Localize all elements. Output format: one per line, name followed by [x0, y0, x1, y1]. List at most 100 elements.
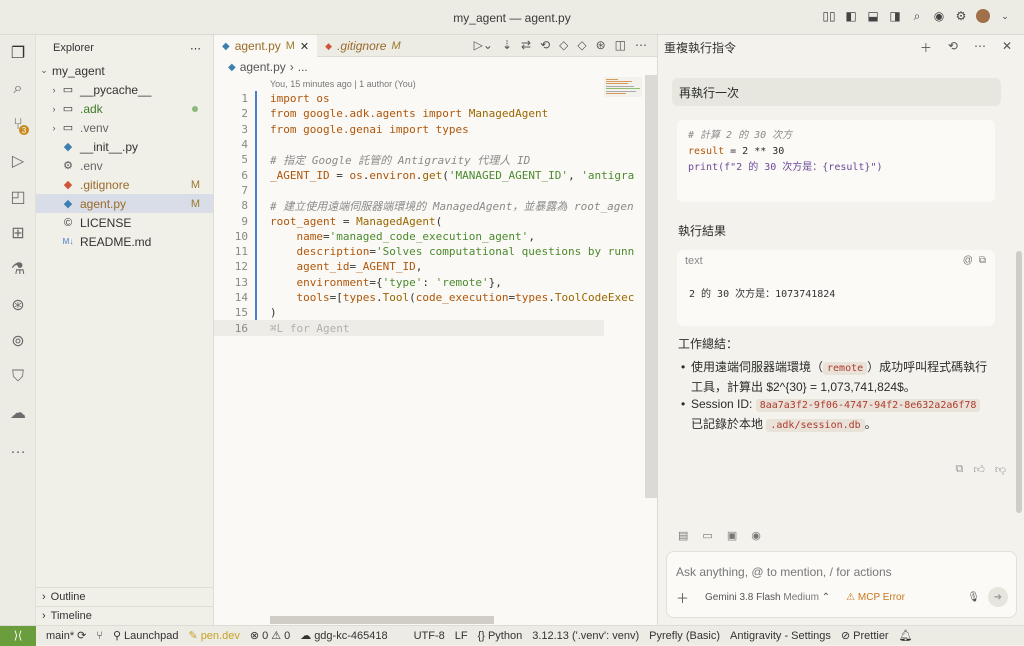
- send-button[interactable]: ➜: [988, 587, 1008, 607]
- more-actions-icon[interactable]: ⋯: [190, 42, 201, 55]
- cloud-icon: ☁: [300, 630, 312, 642]
- bell-icon[interactable]: 🔔︎: [899, 629, 913, 642]
- code-comment: # 計算 2 的 30 次方: [688, 130, 793, 141]
- code-line: 9 root_agent = ManagedAgent(: [241, 214, 443, 228]
- next-change-icon[interactable]: ◇: [577, 38, 586, 52]
- remote-explorer-icon[interactable]: ◰: [0, 179, 36, 215]
- browser-icon[interactable]: ◉: [751, 529, 761, 542]
- tree-item-license[interactable]: © LICENSE: [36, 213, 213, 232]
- timeline-section[interactable]: › Timeline: [36, 606, 214, 625]
- avatar[interactable]: [976, 9, 990, 23]
- vertical-scrollbar[interactable]: [645, 75, 657, 498]
- compare-icon[interactable]: ⇄: [521, 38, 531, 52]
- search-icon[interactable]: ⌕: [910, 9, 924, 23]
- testing-icon[interactable]: ⚗: [0, 251, 36, 287]
- problems-indicator[interactable]: ⊗ 0 ⚠ 0: [250, 629, 291, 643]
- tab-gitignore[interactable]: ◆ .gitignore M: [317, 35, 408, 57]
- copy-icon[interactable]: ⧉: [955, 463, 963, 476]
- git-graph-icon[interactable]: ⊛: [596, 38, 606, 52]
- interpreter-indicator[interactable]: 3.12.13 ('.venv': venv): [532, 630, 639, 642]
- extensions-icon[interactable]: ⊞: [0, 215, 36, 251]
- pyrefly-indicator[interactable]: Pyrefly (Basic): [649, 630, 720, 642]
- add-context-icon[interactable]: ＋: [676, 588, 689, 607]
- breadcrumb-file[interactable]: agent.py: [240, 60, 286, 74]
- new-chat-icon[interactable]: ＋: [920, 39, 932, 56]
- history-icon[interactable]: ⟲: [948, 39, 958, 56]
- pen-item[interactable]: ✎ pen.dev: [188, 629, 239, 643]
- tree-item-adk[interactable]: › ▭ .adk: [36, 99, 213, 118]
- encoding-indicator[interactable]: UTF-8: [414, 630, 445, 642]
- prettier-indicator[interactable]: ⊘ Prettier: [841, 629, 889, 643]
- chrome-icon[interactable]: ◉: [932, 9, 946, 23]
- prev-change-icon[interactable]: ◇: [559, 38, 568, 52]
- agent-scrollbar[interactable]: [1016, 251, 1022, 513]
- tree-item-venv[interactable]: › ▭ .venv: [36, 118, 213, 137]
- shield-icon[interactable]: ⛉: [0, 359, 36, 395]
- terminal-icon[interactable]: ▭: [702, 529, 712, 542]
- project-indicator[interactable]: ☁ gdg-kc-465418: [300, 629, 387, 643]
- outline-section[interactable]: › Outline: [36, 587, 214, 606]
- more-actions-icon[interactable]: ⋯: [974, 39, 986, 56]
- file-icon[interactable]: ▤: [678, 529, 688, 542]
- tree-item-env[interactable]: ⚙ .env: [36, 156, 213, 175]
- chat-input[interactable]: Ask anything, @ to mention, / for action…: [666, 551, 1017, 618]
- git-graph-icon[interactable]: ⑂: [96, 630, 103, 642]
- tree-root[interactable]: ⌄ my_agent: [36, 61, 213, 80]
- git-graph-icon[interactable]: ⊛: [0, 287, 36, 323]
- mcp-error-indicator[interactable]: ⚠ MCP Error: [846, 592, 905, 603]
- layout-icon[interactable]: ▯▯: [822, 9, 836, 23]
- close-icon[interactable]: ✕: [1002, 39, 1012, 56]
- run-debug-icon[interactable]: ▷: [0, 143, 36, 179]
- cloud-icon[interactable]: ☁: [0, 395, 36, 431]
- antigravity-settings[interactable]: Antigravity - Settings: [730, 630, 831, 642]
- model-selector[interactable]: Gemini 3.8 Flash Medium ⌃: [705, 592, 830, 603]
- explorer-icon[interactable]: ❐: [0, 35, 36, 71]
- chevron-down-icon[interactable]: ⌄: [998, 9, 1012, 23]
- copy-icon[interactable]: ⧉: [979, 255, 986, 266]
- branch-indicator[interactable]: main* ⟳: [46, 629, 86, 643]
- tree-item-init[interactable]: ◆ __init__.py: [36, 137, 213, 156]
- more-actions-icon[interactable]: ⋯: [635, 38, 647, 52]
- tree-item-readme[interactable]: M↓ README.md: [36, 232, 213, 251]
- code-editor[interactable]: 1 import os 2 from google.adk.agents impor…: [214, 91, 635, 336]
- remote-indicator[interactable]: ⟩⟨: [0, 625, 36, 646]
- thumbs-down-icon[interactable]: 👎︎: [995, 463, 1006, 476]
- eol-indicator[interactable]: LF: [455, 630, 468, 642]
- sidebar-title: Explorer: [53, 42, 94, 54]
- run-icon[interactable]: ▷⌄: [474, 38, 493, 52]
- split-editor-icon[interactable]: ◫: [615, 38, 626, 52]
- tree-item-pycache[interactable]: › ▭ __pycache__: [36, 80, 213, 99]
- tree-item-gitignore[interactable]: ◆ .gitignore M: [36, 175, 213, 194]
- docker-icon[interactable]: ⊚: [0, 323, 36, 359]
- tab-label: agent.py: [234, 39, 281, 53]
- explorer-sidebar: Explorer ⋯ ⌄ my_agent › ▭ __pycache__ › …: [36, 35, 214, 625]
- toggle-panel-icon[interactable]: ⬓: [866, 9, 880, 23]
- microphone-icon[interactable]: 🎙︎: [967, 592, 980, 603]
- search-icon[interactable]: ⌕: [0, 71, 36, 107]
- more-icon[interactable]: …: [0, 431, 36, 467]
- code-line: 11 description='Solves computational que…: [234, 245, 635, 259]
- horizontal-scrollbar[interactable]: [270, 616, 494, 624]
- thumbs-up-icon[interactable]: 👍︎: [973, 463, 985, 476]
- tree-item-label: agent.py: [80, 196, 127, 211]
- language-indicator[interactable]: {} Python: [478, 630, 523, 642]
- toggle-sidebar-icon[interactable]: ◧: [844, 9, 858, 23]
- history-icon[interactable]: ⟲: [540, 38, 550, 52]
- tab-agent-py[interactable]: ◆ agent.py M ✕: [214, 35, 318, 57]
- source-control-icon[interactable]: ⑂ 3: [0, 107, 36, 143]
- breadcrumb-more[interactable]: ...: [298, 60, 308, 74]
- tree-item-agent-py[interactable]: ◆ agent.py M: [36, 194, 213, 213]
- mention-icon[interactable]: @: [963, 255, 973, 266]
- launchpad-item[interactable]: ⚲ Launchpad: [113, 629, 179, 643]
- gear-icon[interactable]: ⚙: [954, 9, 968, 23]
- warning-count: 0: [284, 629, 291, 642]
- breadcrumb[interactable]: ◆ agent.py › ...: [214, 57, 657, 77]
- git-blame-lens[interactable]: You, 15 minutes ago | 1 author (You): [270, 79, 416, 89]
- close-icon[interactable]: ✕: [300, 40, 309, 53]
- toggle-secondary-sidebar-icon[interactable]: ◨: [888, 9, 902, 23]
- branch-name: main*: [46, 629, 75, 642]
- chevron-up-icon: ⌃: [821, 591, 831, 603]
- step-icon[interactable]: ⇣: [502, 38, 512, 52]
- minimap[interactable]: [604, 77, 642, 97]
- image-icon[interactable]: ▣: [727, 529, 737, 542]
